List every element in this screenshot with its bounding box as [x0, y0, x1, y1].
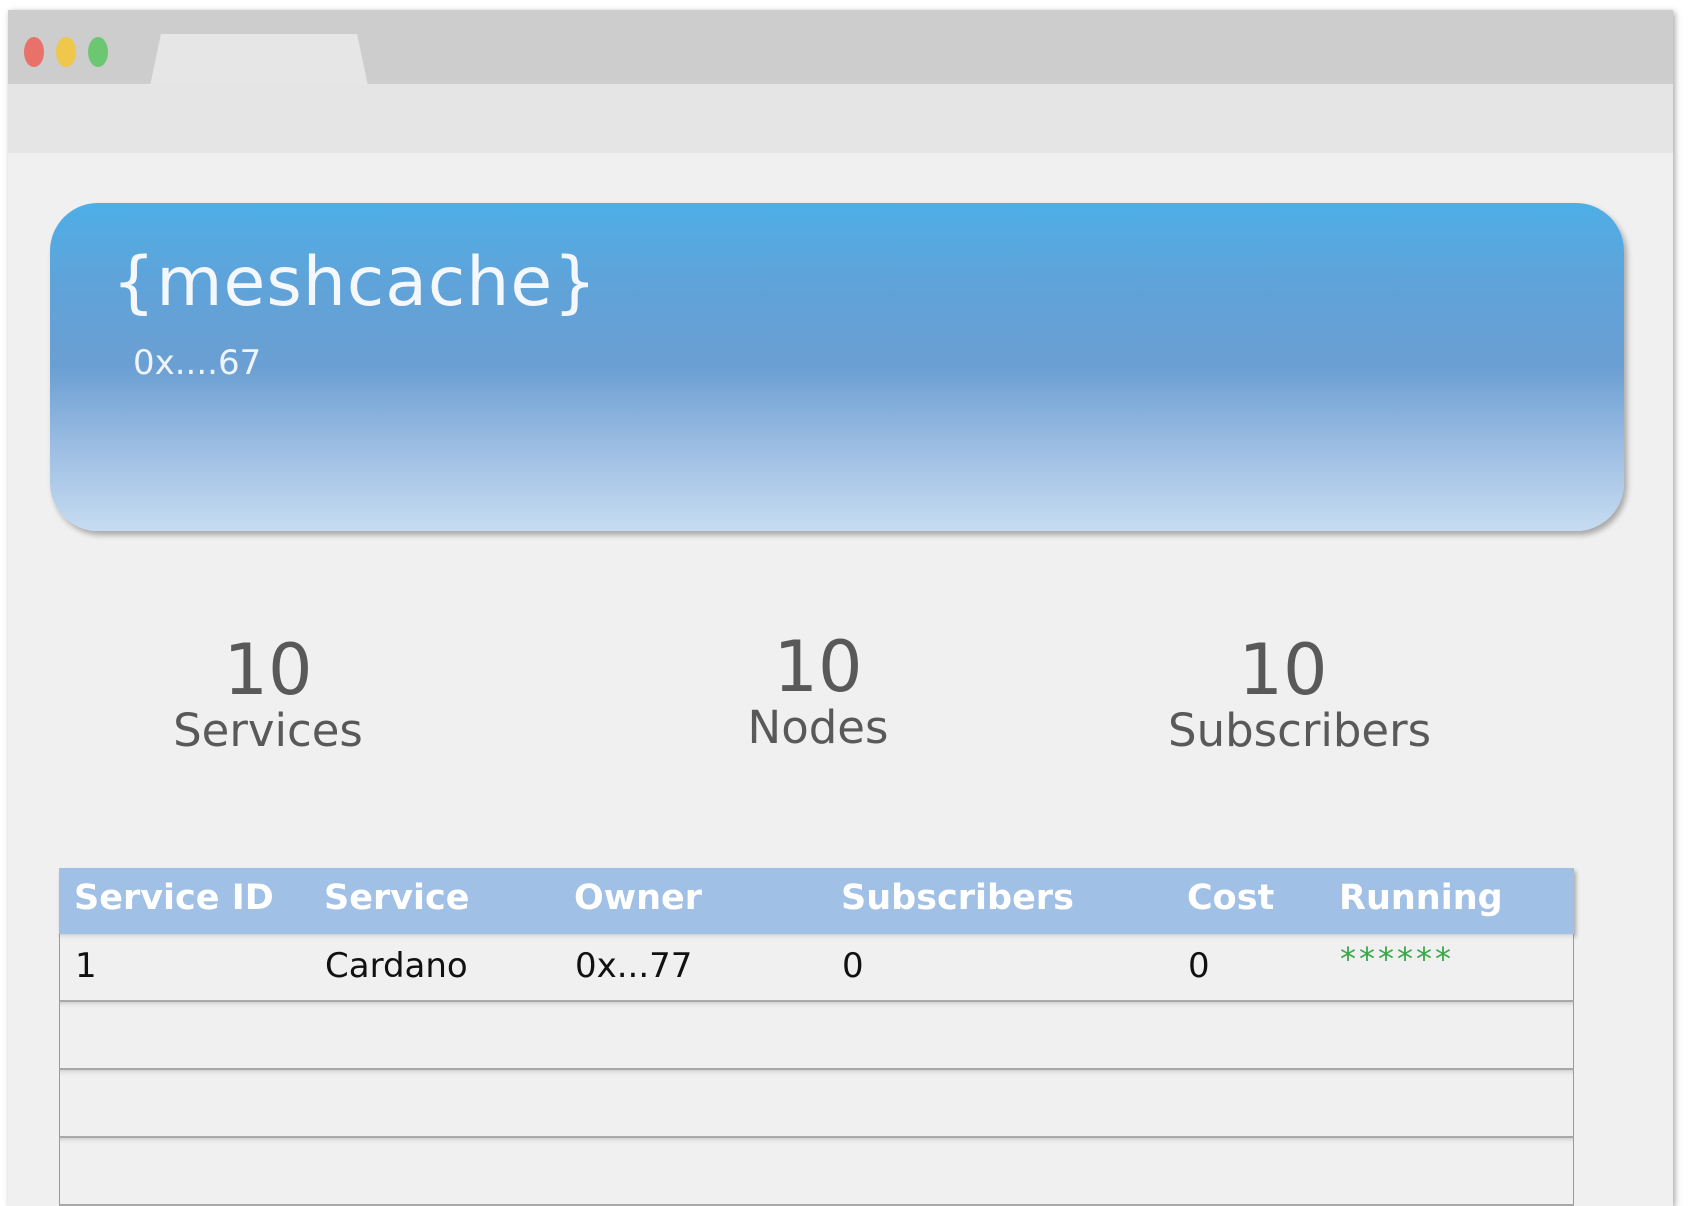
services-table: Service ID Service Owner Subscribers Cos… — [59, 868, 1574, 1206]
cell-subscribers: 0 — [842, 946, 864, 986]
header-banner: {meshcache} 0x....67 — [50, 203, 1624, 531]
maximize-window-button[interactable] — [88, 37, 108, 67]
stat-services-label: Services — [173, 704, 363, 757]
column-header-service-id[interactable]: Service ID — [74, 878, 274, 918]
column-header-owner[interactable]: Owner — [574, 878, 702, 918]
stat-nodes: 10 Nodes — [733, 632, 903, 754]
stat-subscribers-value: 10 — [1238, 629, 1328, 711]
minimize-window-button[interactable] — [56, 37, 76, 67]
stat-subscribers: 10 Subscribers — [1168, 629, 1432, 757]
browser-window: {meshcache} 0x....67 10 Services 10 Node… — [8, 10, 1673, 1206]
table-row-empty[interactable] — [59, 1138, 1574, 1206]
cell-cost: 0 — [1188, 946, 1210, 986]
browser-tab[interactable] — [150, 34, 368, 86]
close-window-button[interactable] — [24, 37, 44, 67]
column-header-cost[interactable]: Cost — [1187, 878, 1274, 918]
title-bar — [8, 10, 1673, 86]
column-header-running[interactable]: Running — [1339, 878, 1503, 918]
brand-title: {meshcache} — [112, 243, 598, 322]
stat-services-value: 10 — [223, 629, 313, 711]
browser-toolbar — [8, 84, 1673, 153]
table-row-empty[interactable] — [59, 1002, 1574, 1070]
table-header: Service ID Service Owner Subscribers Cos… — [59, 868, 1574, 934]
table-row[interactable]: 1 Cardano 0x...77 0 0 ****** — [59, 934, 1574, 1002]
cell-service-id: 1 — [75, 946, 97, 986]
cell-service: Cardano — [325, 946, 468, 986]
stat-subscribers-label: Subscribers — [1168, 704, 1432, 757]
stat-services: 10 Services — [163, 635, 373, 757]
cell-owner: 0x...77 — [575, 946, 693, 986]
cell-running-indicator: ****** — [1340, 940, 1454, 978]
stat-nodes-label: Nodes — [747, 701, 889, 754]
wallet-address: 0x....67 — [133, 343, 262, 383]
column-header-service[interactable]: Service — [324, 878, 470, 918]
stat-nodes-value: 10 — [773, 626, 863, 708]
column-header-subscribers[interactable]: Subscribers — [841, 878, 1074, 918]
table-row-empty[interactable] — [59, 1070, 1574, 1138]
